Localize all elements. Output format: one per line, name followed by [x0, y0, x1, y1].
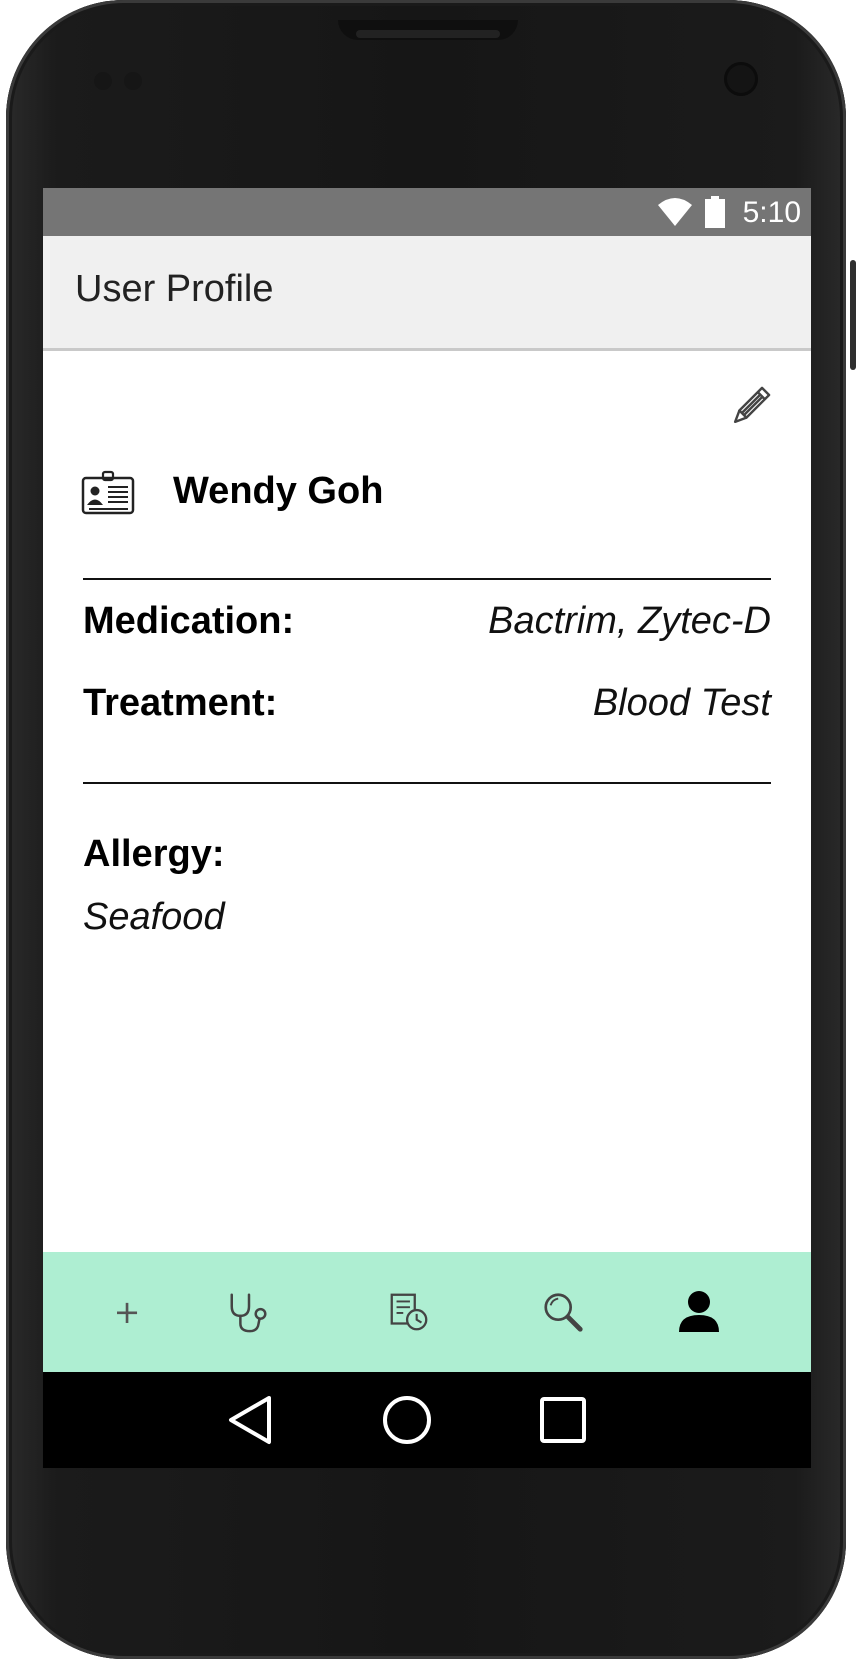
light-sensor: [124, 72, 142, 90]
status-bar: 5:10: [43, 188, 811, 236]
treatment-value: Blood Test: [592, 682, 771, 724]
app-bar: User Profile: [43, 236, 811, 351]
wifi-icon: [658, 198, 692, 226]
nav-item-add[interactable]: +: [97, 1282, 157, 1342]
status-time: 5:10: [742, 196, 801, 229]
profile-icon: [679, 1291, 719, 1332]
home-icon[interactable]: [381, 1394, 433, 1446]
page-title: User Profile: [75, 268, 274, 310]
medication-value: Bactrim, Zytec-D: [488, 600, 771, 642]
recents-icon[interactable]: [537, 1394, 589, 1446]
power-button: [850, 260, 856, 370]
plus-icon: +: [113, 1293, 141, 1331]
schedule-icon: [390, 1293, 428, 1331]
speaker-grill: [356, 30, 500, 38]
back-icon[interactable]: [225, 1394, 277, 1446]
allergy-label: Allergy:: [83, 833, 225, 875]
stethoscope-icon: [230, 1293, 267, 1333]
phone-screen: 5:10 User Profile Wendy Goh Medication: …: [43, 188, 811, 1468]
front-camera: [724, 62, 758, 96]
system-navigation-bar: [43, 1372, 811, 1468]
id-card-icon: [81, 470, 135, 515]
pencil-icon: [733, 386, 771, 424]
divider: [83, 782, 771, 784]
nav-item-doctor[interactable]: [219, 1282, 279, 1342]
medication-label: Medication:: [83, 600, 295, 642]
battery-icon: [705, 196, 725, 228]
treatment-label: Treatment:: [83, 682, 278, 724]
divider: [83, 578, 771, 580]
nav-item-schedule[interactable]: [379, 1282, 439, 1342]
search-icon: [544, 1293, 583, 1332]
allergy-value: Seafood: [83, 896, 225, 938]
nav-item-profile[interactable]: [669, 1282, 729, 1342]
edit-profile-button[interactable]: [727, 384, 773, 430]
proximity-sensor: [94, 72, 112, 90]
user-name: Wendy Goh: [173, 470, 384, 512]
bottom-navigation: +: [43, 1252, 811, 1372]
nav-item-search[interactable]: [533, 1282, 593, 1342]
